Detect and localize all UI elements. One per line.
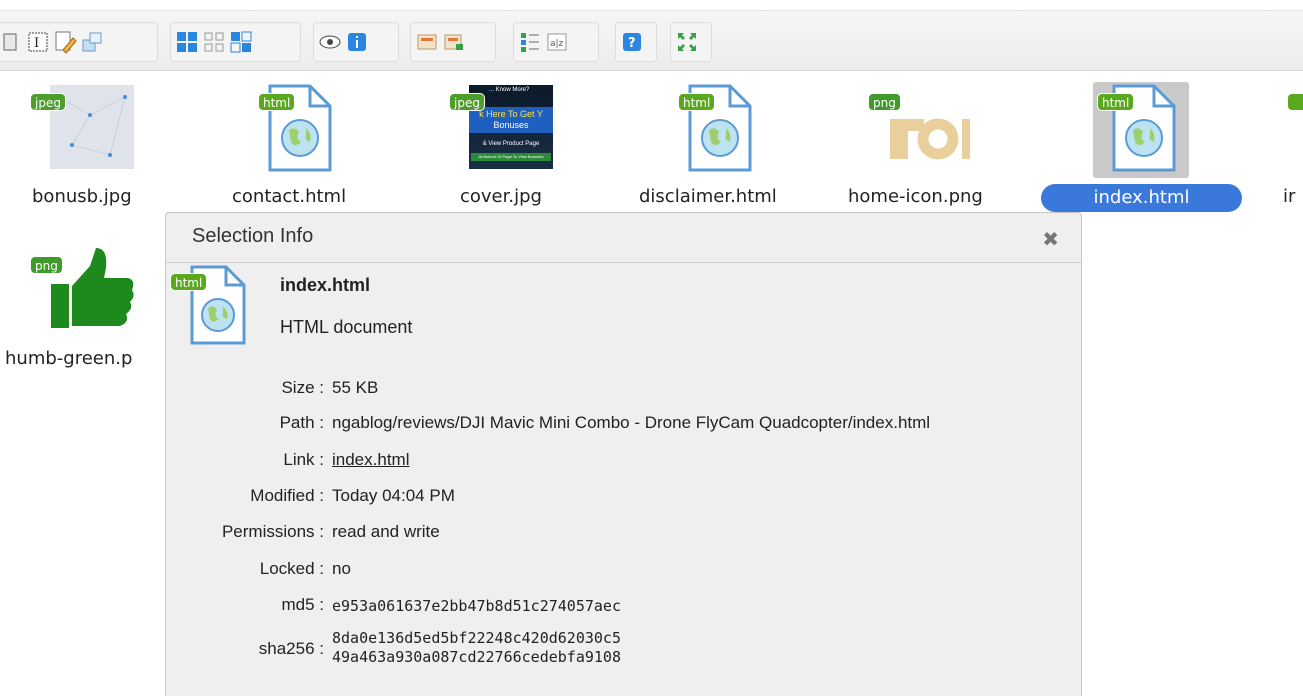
file-link[interactable]: index.html <box>332 450 409 469</box>
info-label: Permissions : <box>221 522 324 541</box>
file-type-badge: html <box>258 93 296 111</box>
info-label: Size : <box>281 378 324 397</box>
dialog-title: Selection Info <box>192 225 314 247</box>
svg-text:I: I <box>34 36 39 51</box>
dialog-header: Selection Info ✖ <box>166 213 1081 263</box>
file-type-badge: html <box>170 273 208 291</box>
info-value: ngablog/reviews/DJI Mavic Mini Combo - D… <box>332 413 931 432</box>
info-value: e953a061637e2bb47b8d51c274057aec <box>332 597 621 615</box>
file-name: humb-green.p <box>5 348 133 369</box>
file-type-badge: html <box>678 93 716 111</box>
preview-icon[interactable] <box>317 27 343 57</box>
file-type-badge: png <box>868 93 901 111</box>
archive-icon[interactable] <box>414 27 440 57</box>
edit-icon[interactable] <box>52 27 78 57</box>
info-value-line2: 49a463a930a087cd22766cedebfa9108 <box>332 648 621 666</box>
file-name: home-icon.png <box>848 186 983 207</box>
info-row-modified: Modified : Today 04:04 PM <box>166 486 1083 516</box>
file-name: bonusb.jpg <box>32 186 132 207</box>
sort-icon[interactable] <box>517 27 543 57</box>
info-row-permissions: Permissions : read and write <box>166 522 1083 552</box>
info-row-path: Path : ngablog/reviews/DJI Mavic Mini Co… <box>166 413 1083 443</box>
file-name-selected: index.html <box>1041 184 1242 212</box>
toolbar-group-archive <box>410 22 496 62</box>
cover-text-5: At Bottom Of Page To View Bonuses <box>478 154 544 159</box>
info-row-md5: md5 : e953a061637e2bb47b8d51c274057aec <box>166 595 1083 625</box>
selection-info-dialog: Selection Info ✖ html index.html HTML do… <box>165 212 1082 696</box>
info-label: Locked : <box>259 559 324 578</box>
list-view-icon[interactable] <box>228 27 254 57</box>
cover-text-1: ... Know More? <box>489 87 530 93</box>
info-label: Path : <box>279 413 324 432</box>
info-label: sha256 : <box>258 639 324 658</box>
cover-text-4: & View Product Page <box>482 141 540 147</box>
icons-view-icon[interactable] <box>174 27 200 57</box>
info-label: md5 : <box>281 595 324 614</box>
cover-text-3: Bonuses <box>493 120 529 130</box>
help-icon[interactable]: ? <box>619 27 645 57</box>
toolbar-group-sort: a|z <box>513 22 599 62</box>
copy-icon[interactable] <box>0 27 24 57</box>
toolbar-group-edit: I <box>0 22 158 62</box>
toolbar-group-view <box>170 22 301 62</box>
file-type-badge <box>1287 93 1303 111</box>
file-name: disclaimer.html <box>639 186 777 207</box>
extract-icon[interactable] <box>441 27 467 57</box>
file-name: ir <box>1283 186 1296 207</box>
close-icon[interactable]: ✖ <box>1042 227 1059 251</box>
info-label: Link : <box>283 450 324 469</box>
toolbar-group-help: ? <box>615 22 657 62</box>
info-row-link: Link : index.html <box>166 450 1083 480</box>
toolbar: I a|z ? <box>0 10 1303 71</box>
toolbar-group-fullscreen <box>670 22 712 62</box>
file-type-badge: png <box>30 256 63 274</box>
file-name: contact.html <box>232 186 347 207</box>
grid-view-icon[interactable] <box>201 27 227 57</box>
info-file-kind: HTML document <box>280 317 413 337</box>
info-value: Today 04:04 PM <box>332 486 455 505</box>
svg-text:a|z: a|z <box>550 39 564 49</box>
info-value: no <box>332 559 351 578</box>
info-value: 55 KB <box>332 378 379 397</box>
info-row-sha256: sha256 : 8da0e136d5ed5bf22248c420d62030c… <box>166 629 1083 673</box>
svg-text:?: ? <box>628 36 636 51</box>
info-label: Modified : <box>250 486 324 505</box>
file-type-badge: jpeg <box>30 93 66 111</box>
rename-icon[interactable]: I <box>25 27 51 57</box>
info-value: 8da0e136d5ed5bf22248c420d62030c5 <box>332 629 621 647</box>
info-row-size: Size : 55 KB <box>166 378 1083 408</box>
toolbar-group-info <box>313 22 399 62</box>
file-type-badge: jpeg <box>449 93 485 111</box>
file-type-badge: html <box>1097 93 1135 111</box>
info-row-locked: Locked : no <box>166 559 1083 589</box>
fullscreen-icon[interactable] <box>674 27 700 57</box>
info-value: read and write <box>332 522 440 541</box>
info-icon[interactable] <box>344 27 370 57</box>
resize-icon[interactable] <box>79 27 105 57</box>
file-name: cover.jpg <box>460 186 542 207</box>
sort-az-icon[interactable]: a|z <box>544 27 570 57</box>
info-file-name: index.html <box>280 275 371 295</box>
